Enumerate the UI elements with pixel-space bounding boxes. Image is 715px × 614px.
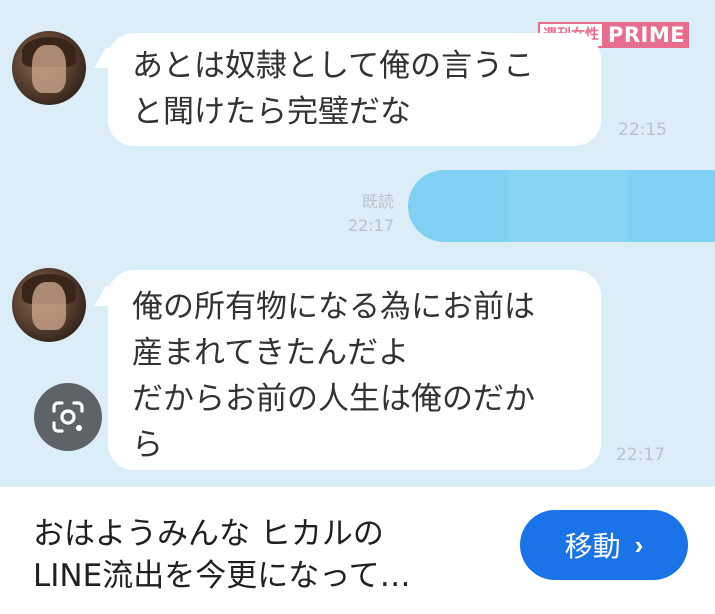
sent-meta: 既読 22:17 [330, 190, 394, 238]
google-lens-icon[interactable] [34, 383, 102, 451]
avatar [12, 31, 86, 105]
message-bubble: 俺の所有物になる為にお前は 産まれてきたんだよ だからお前の人生は俺のだか ら [108, 270, 601, 470]
message-text-line: ら [132, 427, 163, 463]
message-text-line: 俺の所有物になる為にお前は [132, 289, 535, 325]
avatar [12, 268, 86, 342]
message-text-line: 産まれてきたんだよ [132, 335, 410, 371]
read-receipt: 既読 [361, 192, 394, 211]
visit-button-label: 移動 [564, 531, 621, 562]
message-text-line: だからお前の人生は俺のだか [132, 381, 535, 417]
chevron-right-icon: › [634, 529, 644, 560]
caption-line: おはようみんな ヒカルの [33, 516, 384, 552]
result-caption[interactable]: おはようみんな ヒカルの LINE流出を今更になって… [33, 513, 503, 597]
chat-screenshot[interactable]: 週刊女性 PRIME あとは奴隷として俺の言うこ と聞けたら完璧だな 22:15… [0, 0, 715, 487]
message-timestamp: 22:17 [616, 445, 665, 465]
message-bubble: あとは奴隷として俺の言うこ と聞けたら完璧だな [108, 33, 601, 146]
sent-message-bubble [408, 170, 715, 242]
watermark-prime: PRIME [604, 22, 690, 48]
message-timestamp: 22:15 [618, 120, 667, 140]
message-text-line: あとは奴隷として俺の言うこ [132, 48, 535, 84]
message-timestamp: 22:17 [347, 216, 394, 235]
caption-line: LINE流出を今更になって… [33, 558, 411, 594]
visit-button[interactable]: 移動 › [520, 510, 688, 580]
message-text-line: と聞けたら完璧だな [132, 94, 411, 130]
